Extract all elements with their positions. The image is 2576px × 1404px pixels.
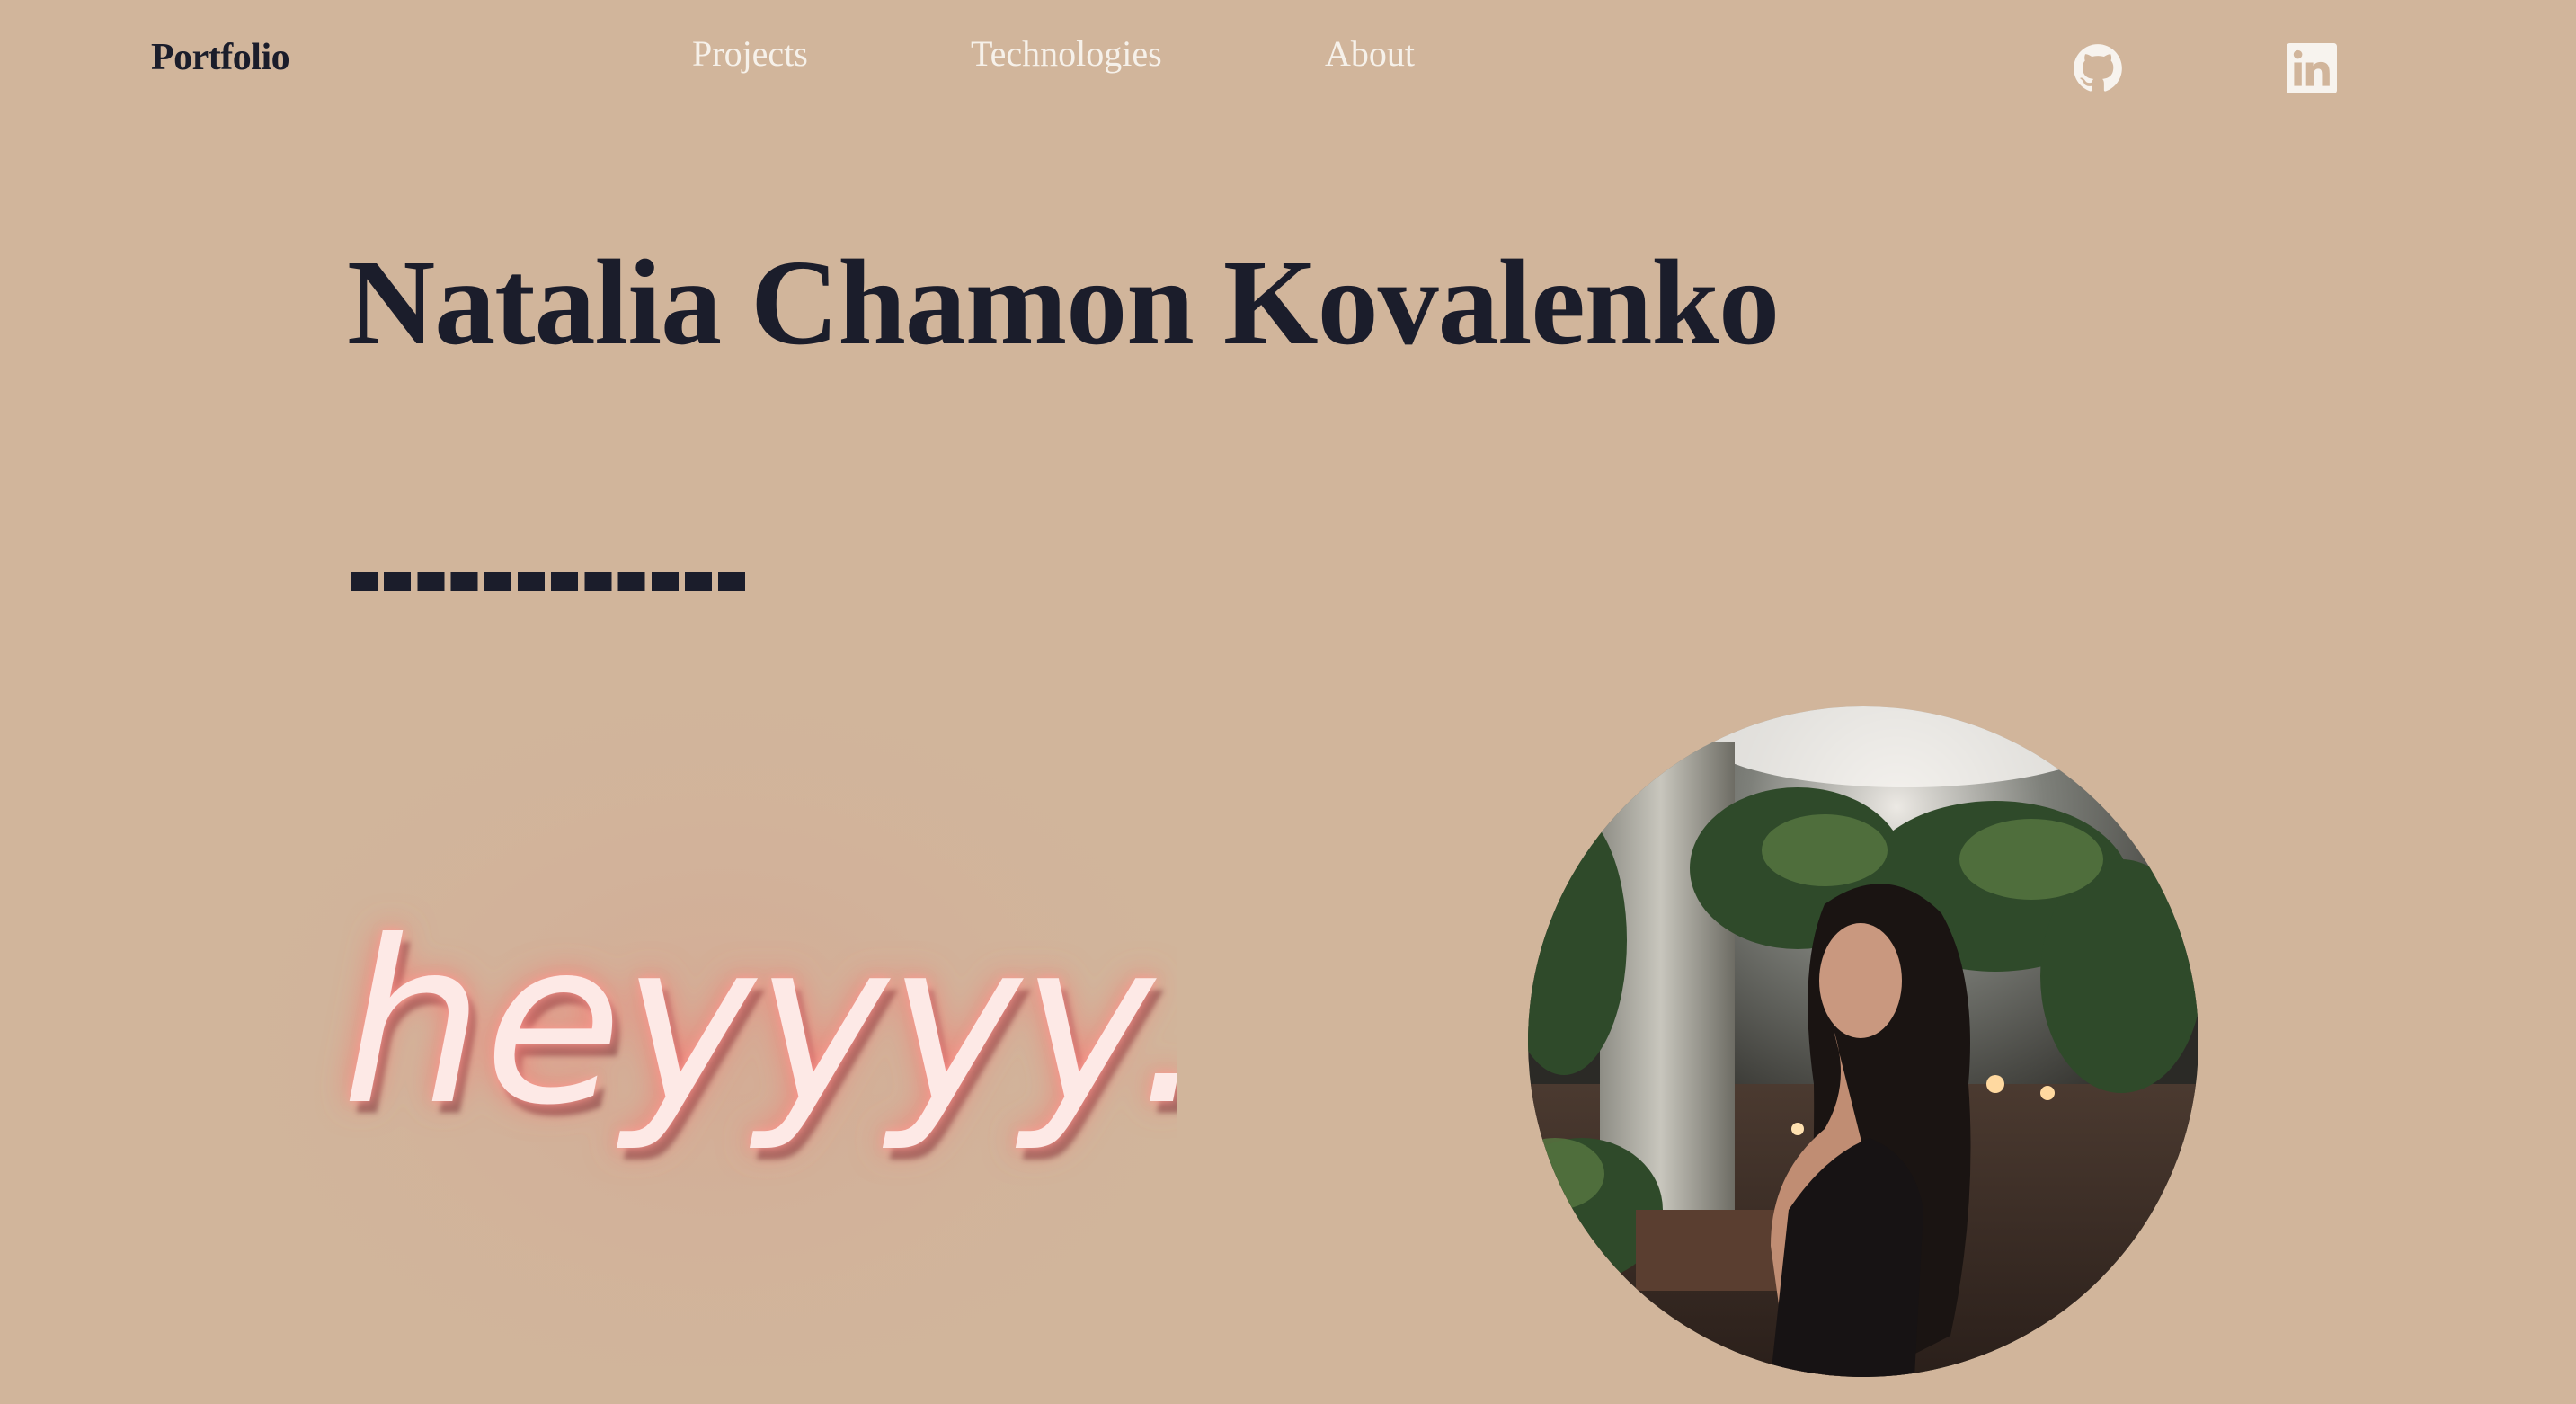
nav-technologies-link[interactable]: Technologies [971, 29, 1162, 79]
github-icon[interactable] [2073, 43, 2123, 93]
hero-dashed-divider [351, 572, 751, 591]
nav-about-link[interactable]: About [1325, 29, 1415, 79]
neon-text: heyyyy.. [342, 893, 1177, 1154]
hero-name-heading: Natalia Chamon Kovalenko [347, 235, 1780, 370]
brand-logo-link[interactable]: Portfolio [151, 32, 290, 83]
nav-projects-link[interactable]: Projects [692, 29, 808, 79]
linkedin-icon[interactable] [2287, 43, 2337, 93]
neon-heyyyy-image: heyyyy.. heyyyy.. [261, 692, 1177, 1366]
profile-photo [1528, 706, 2198, 1377]
